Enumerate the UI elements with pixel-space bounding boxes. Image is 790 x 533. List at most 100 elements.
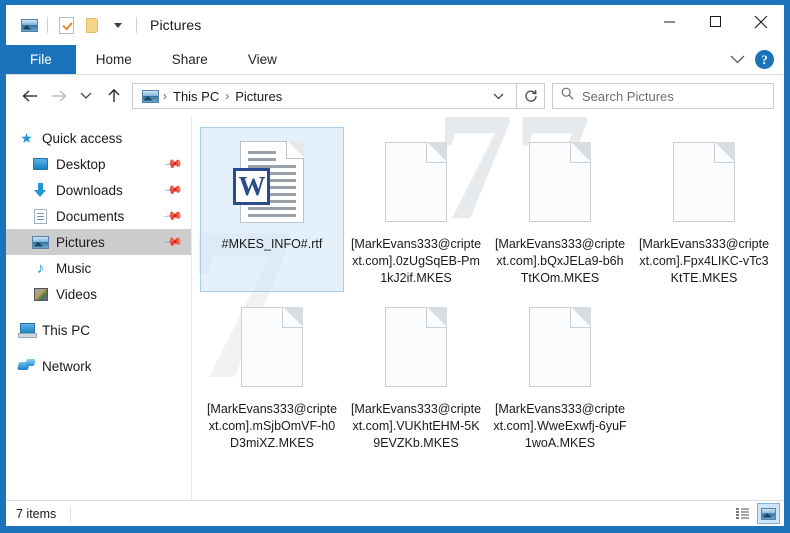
blank-file-icon	[241, 307, 303, 387]
file-name: [MarkEvans333@criptext.com].VUKhtEHM-5K9…	[349, 401, 483, 452]
file-name: #MKES_INFO#.rtf	[205, 236, 339, 253]
up-arrow-icon[interactable]	[100, 82, 128, 110]
tab-home[interactable]: Home	[76, 45, 152, 74]
recent-locations-icon[interactable]	[72, 82, 100, 110]
properties-icon[interactable]	[53, 13, 79, 37]
downloads-icon	[32, 182, 49, 198]
pictures-icon	[32, 234, 49, 250]
divider	[47, 17, 48, 33]
item-count: 7 items	[16, 507, 56, 521]
sidebar-item-downloads[interactable]: Downloads 📌	[6, 177, 191, 203]
customize-chevron-icon[interactable]	[105, 13, 131, 37]
sidebar-item-label: Downloads	[56, 183, 123, 198]
blank-file-icon	[673, 142, 735, 222]
desktop-icon	[32, 156, 49, 172]
tab-share[interactable]: Share	[152, 45, 228, 74]
file-thumbnail	[512, 134, 608, 230]
blank-file-icon	[529, 142, 591, 222]
sidebar-item-quick-access[interactable]: ★ Quick access	[6, 125, 191, 151]
new-folder-icon[interactable]	[79, 13, 105, 37]
file-name: [MarkEvans333@criptext.com].0zUgSqEB-Pm1…	[349, 236, 483, 287]
file-thumbnail	[656, 134, 752, 230]
ribbon-right-controls: ?	[730, 45, 784, 74]
file-item[interactable]: [MarkEvans333@criptext.com].0zUgSqEB-Pm1…	[344, 127, 488, 292]
file-explorer-window: Pictures File Home Share View ?	[0, 0, 790, 533]
sidebar-item-label: Pictures	[56, 235, 105, 250]
file-item[interactable]: [MarkEvans333@criptext.com].bQxJELa9-b6h…	[488, 127, 632, 292]
videos-icon	[32, 286, 49, 302]
address-bar: › This PC › Pictures Search Pictures	[6, 75, 784, 117]
breadcrumb-this-pc[interactable]: This PC	[169, 89, 223, 104]
minimize-icon[interactable]	[646, 5, 692, 38]
documents-icon	[32, 208, 49, 224]
sidebar-item-this-pc[interactable]: This PC	[6, 317, 191, 343]
pin-icon[interactable]: 📌	[164, 155, 183, 174]
maximize-icon[interactable]	[692, 5, 738, 38]
sidebar-item-documents[interactable]: Documents 📌	[6, 203, 191, 229]
help-icon[interactable]: ?	[755, 50, 774, 69]
music-icon: ♪	[32, 260, 49, 276]
title-bar: Pictures	[6, 5, 784, 45]
file-item[interactable]: [MarkEvans333@criptext.com].VUKhtEHM-5K9…	[344, 292, 488, 457]
file-item[interactable]: [MarkEvans333@criptext.com].WweExwfj-6yu…	[488, 292, 632, 457]
file-name: [MarkEvans333@criptext.com].WweExwfj-6yu…	[493, 401, 627, 452]
breadcrumb-dropdown-icon[interactable]	[487, 93, 510, 100]
window-controls	[646, 5, 784, 45]
file-name: [MarkEvans333@criptext.com].Fpx4LIKC-vTc…	[637, 236, 771, 287]
sidebar-item-network[interactable]: Network	[6, 353, 191, 379]
spacer	[6, 343, 191, 353]
quick-access-toolbar: Pictures	[6, 13, 201, 37]
search-placeholder: Search Pictures	[582, 89, 674, 104]
blank-file-icon	[385, 142, 447, 222]
star-icon: ★	[18, 130, 35, 146]
details-view-icon[interactable]	[731, 503, 754, 524]
pin-icon[interactable]: 📌	[164, 181, 183, 200]
breadcrumb[interactable]: › This PC › Pictures	[132, 83, 517, 109]
navigation-pane: ★ Quick access Desktop 📌 Downloads 📌 Doc…	[6, 117, 192, 500]
file-item[interactable]: [MarkEvans333@criptext.com].Fpx4LIKC-vTc…	[632, 127, 776, 292]
divider	[70, 506, 71, 522]
sidebar-item-label: This PC	[42, 323, 90, 338]
status-bar: 7 items	[6, 500, 784, 526]
sidebar-item-videos[interactable]: Videos	[6, 281, 191, 307]
file-thumbnail	[368, 299, 464, 395]
search-icon	[561, 87, 574, 105]
file-thumbnail	[368, 134, 464, 230]
file-thumbnail	[224, 299, 320, 395]
sidebar-item-label: Desktop	[56, 157, 106, 172]
tab-file[interactable]: File	[6, 45, 76, 74]
spacer	[6, 307, 191, 317]
breadcrumb-separator: ›	[161, 89, 169, 103]
blank-file-icon	[385, 307, 447, 387]
file-item[interactable]: W #MKES_INFO#.rtf	[200, 127, 344, 292]
refresh-icon[interactable]	[517, 83, 545, 109]
file-item[interactable]: [MarkEvans333@criptext.com].mSjbOmVF-h0D…	[200, 292, 344, 457]
large-icons-view-icon[interactable]	[757, 503, 780, 524]
word-badge-icon: W	[233, 168, 270, 205]
pictures-icon[interactable]	[16, 13, 42, 37]
search-input[interactable]: Search Pictures	[552, 83, 774, 109]
sidebar-item-pictures[interactable]: Pictures 📌	[6, 229, 191, 255]
close-icon[interactable]	[738, 5, 784, 38]
ribbon-tabs: File Home Share View ?	[6, 45, 784, 75]
sidebar-item-label: Documents	[56, 209, 124, 224]
sidebar-item-desktop[interactable]: Desktop 📌	[6, 151, 191, 177]
breadcrumb-pictures[interactable]: Pictures	[231, 89, 286, 104]
file-thumbnail	[512, 299, 608, 395]
file-thumbnail: W	[224, 134, 320, 230]
breadcrumb-separator: ›	[223, 89, 231, 103]
pin-icon[interactable]: 📌	[164, 233, 183, 252]
pin-icon[interactable]: 📌	[164, 207, 183, 226]
tab-view[interactable]: View	[228, 45, 297, 74]
sidebar-item-label: Music	[56, 261, 91, 276]
pictures-icon	[139, 84, 161, 108]
sidebar-item-label: Quick access	[42, 131, 122, 146]
file-list-view[interactable]: W #MKES_INFO#.rtf [MarkEvans333@criptext…	[192, 117, 784, 500]
explorer-body: 7 77 ris ★ Quick access Desktop 📌 Downlo…	[6, 117, 784, 500]
rtf-document-icon: W	[240, 141, 304, 223]
expand-ribbon-chevron-icon[interactable]	[730, 51, 745, 69]
back-arrow-icon[interactable]	[16, 82, 44, 110]
file-name: [MarkEvans333@criptext.com].mSjbOmVF-h0D…	[205, 401, 339, 452]
divider	[136, 17, 137, 33]
sidebar-item-music[interactable]: ♪ Music	[6, 255, 191, 281]
